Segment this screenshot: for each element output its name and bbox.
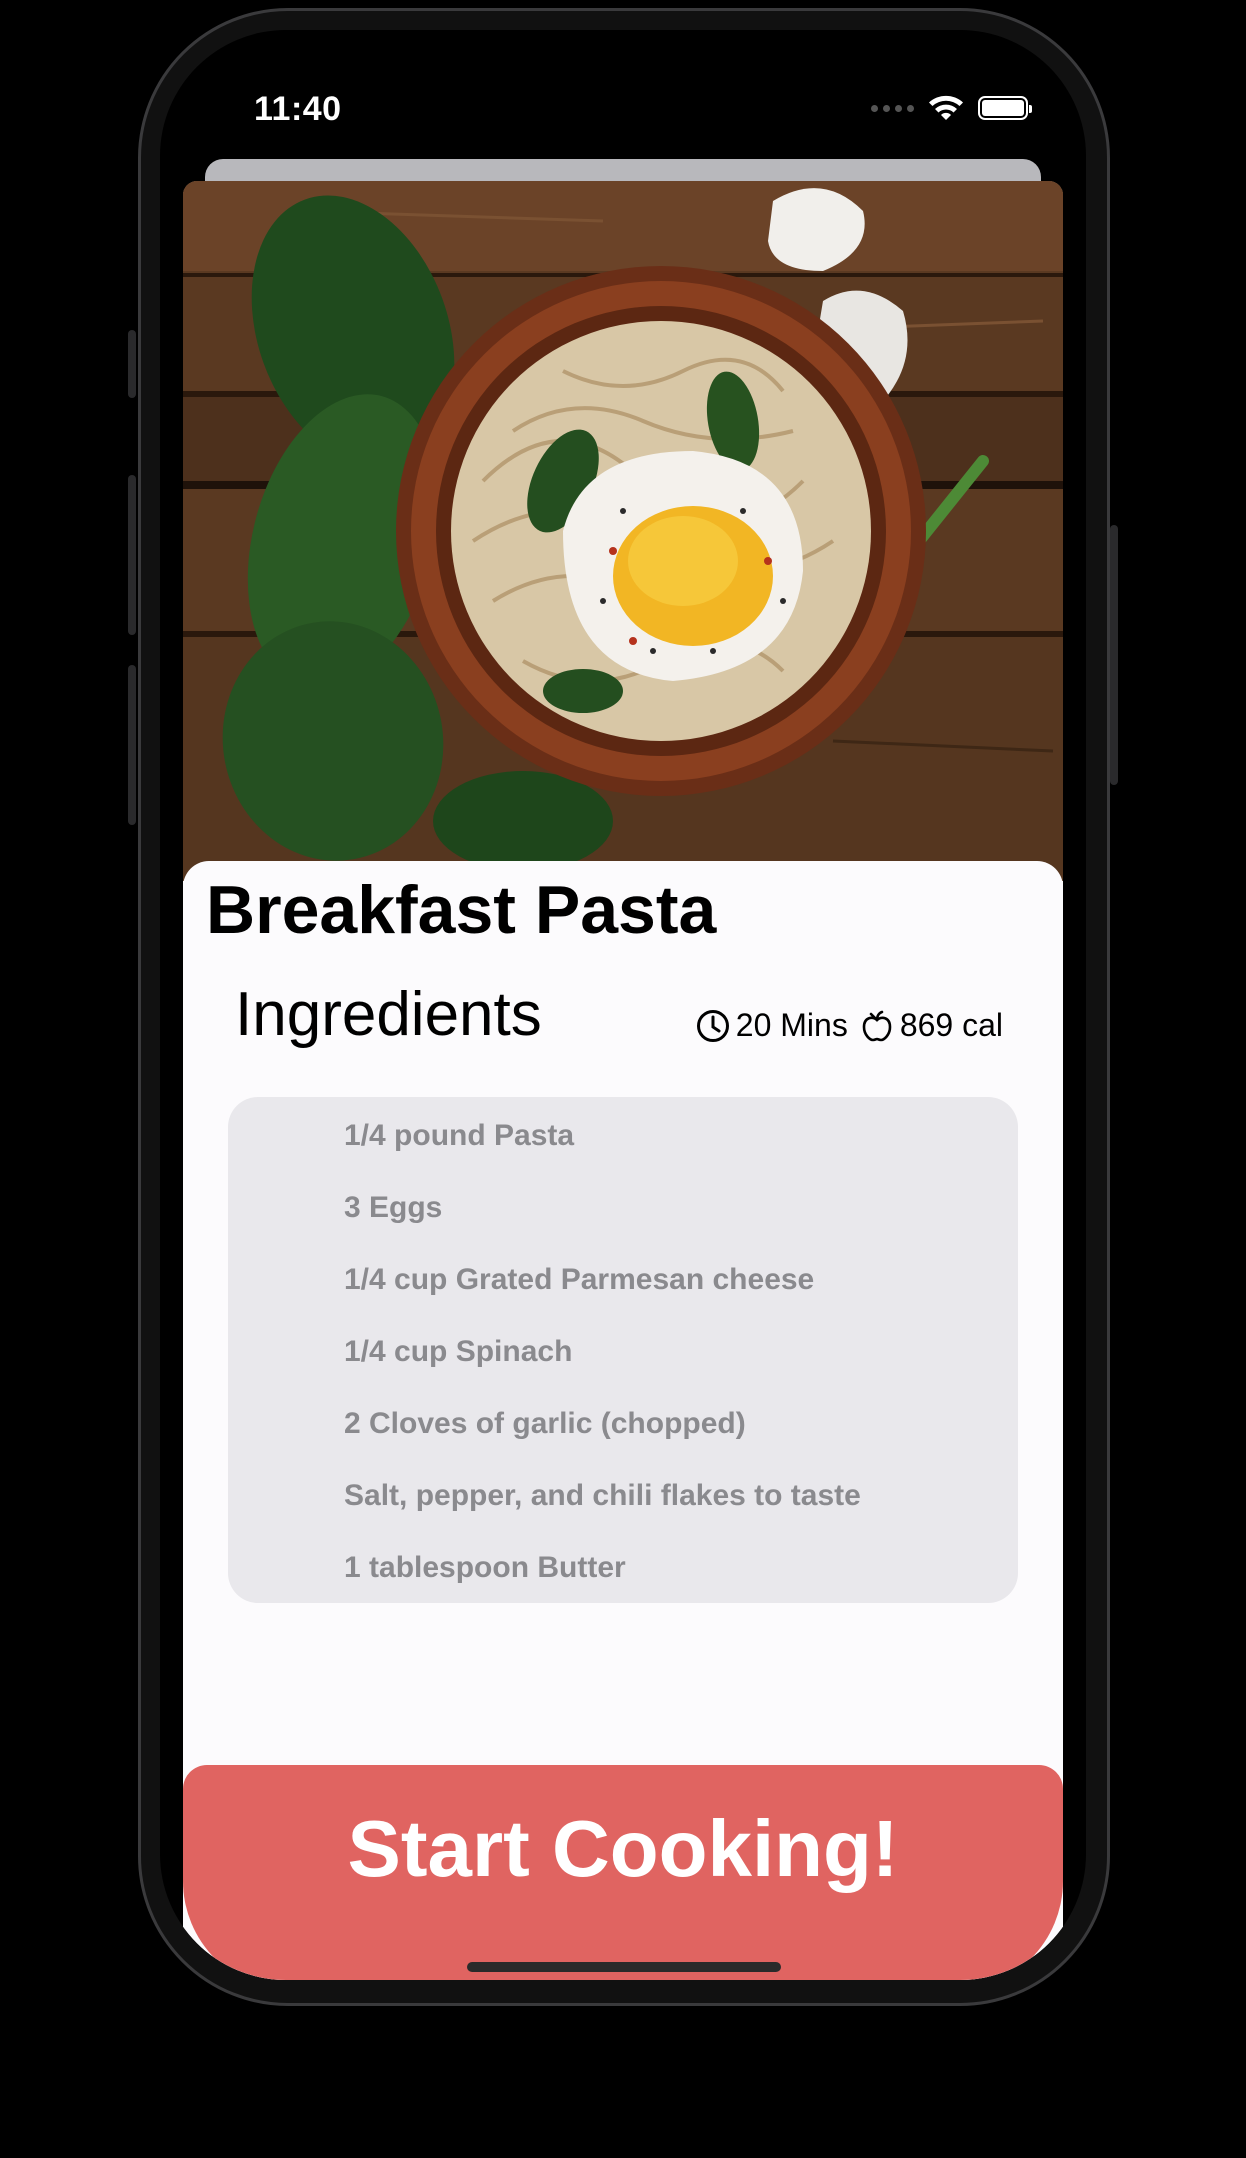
device-canvas: 11:40 Breakfast Pasta Ingredients 20 Min… — [0, 0, 1246, 2158]
ingredient-item: 1/4 cup Spinach — [344, 1335, 573, 1368]
ingredients-heading: Ingredients — [235, 980, 542, 1049]
apple-icon — [862, 1010, 892, 1041]
clock-icon — [696, 1009, 729, 1042]
ingredient-item: 1 tablespoon Butter — [344, 1551, 626, 1584]
start-cooking-label: Start Cooking! — [347, 1804, 899, 1893]
ingredient-item: 1/4 cup Grated Parmesan cheese — [344, 1263, 815, 1296]
recipe-sheet: Breakfast Pasta Ingredients 20 Mins 869 … — [183, 181, 1063, 1980]
status-icons — [871, 94, 1032, 122]
mute-switch — [128, 330, 136, 398]
ingredient-item: Salt, pepper, and chili flakes to taste — [344, 1479, 861, 1512]
calories-info: 869 cal — [860, 1007, 1003, 1044]
start-cooking-button[interactable]: Start Cooking! — [183, 1765, 1063, 1980]
ingredients-list: 1/4 pound Pasta 3 Eggs 1/4 cup Grated Pa… — [228, 1097, 1018, 1603]
status-time: 11:40 — [254, 90, 342, 128]
screen: 11:40 Breakfast Pasta Ingredients 20 Min… — [160, 30, 1086, 1980]
pasta-image — [183, 181, 1063, 881]
duration-info: 20 Mins — [696, 1007, 848, 1044]
ingredient-item: 3 Eggs — [344, 1191, 443, 1224]
ingredient-item: 2 Cloves of garlic (chopped) — [344, 1407, 746, 1440]
battery-icon — [978, 96, 1032, 120]
power-button — [1110, 525, 1118, 785]
duration-label: 20 Mins — [735, 1007, 848, 1043]
volume-down-button — [128, 665, 136, 825]
wifi-icon — [929, 95, 963, 120]
recipe-title: Breakfast Pasta — [206, 872, 717, 948]
ingredient-item: 1/4 pound Pasta — [344, 1119, 575, 1152]
volume-up-button — [128, 475, 136, 635]
recipe-meta: 20 Mins 869 cal — [696, 1007, 1003, 1044]
calories-label: 869 cal — [899, 1007, 1003, 1043]
home-indicator[interactable] — [467, 1962, 781, 1972]
signal-icon — [871, 104, 914, 112]
recipe-photo — [183, 181, 1063, 881]
